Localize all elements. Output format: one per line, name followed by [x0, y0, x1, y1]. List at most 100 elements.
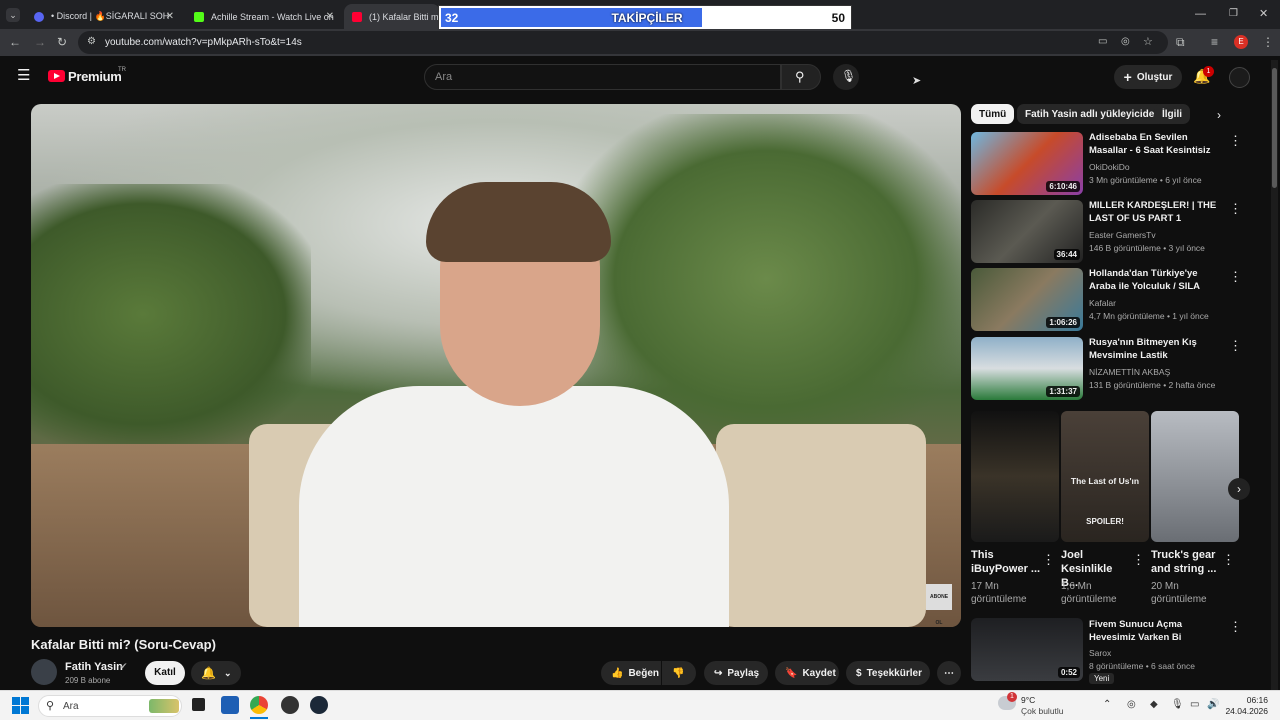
browser-menu-icon[interactable]: ⋮ — [1262, 35, 1274, 49]
tab-discord[interactable]: • Discord | 🔥SİGARALI SOH ✕ — [26, 4, 182, 29]
more-vert-icon[interactable]: ⋮ — [1222, 553, 1235, 566]
forward-icon[interactable]: → — [34, 35, 46, 49]
close-icon[interactable]: ✕ — [326, 11, 334, 22]
clock-date[interactable]: 24.04.2026 — [1218, 706, 1268, 716]
back-icon[interactable]: ← — [9, 35, 21, 49]
join-button[interactable]: Katıl — [145, 661, 185, 685]
chip-all[interactable]: Tümü — [971, 104, 1015, 124]
thumbs-down-icon: 👎 — [672, 667, 685, 679]
minimize-icon[interactable]: — — [1195, 8, 1206, 20]
like-button[interactable]: 👍 Beğen — [601, 661, 661, 685]
chevron-right-icon[interactable]: › — [1217, 108, 1221, 122]
restore-icon[interactable]: ❐ — [1229, 8, 1238, 19]
chevron-up-icon[interactable]: ⌃ — [1103, 699, 1111, 710]
task-view-icon[interactable] — [192, 698, 205, 711]
scrollbar-thumb[interactable] — [1272, 68, 1277, 188]
rec-title-3[interactable]: Hollanda'dan Türkiye'ye Araba ile Yolcul… — [1089, 268, 1224, 293]
rec-channel-1[interactable]: OkiDokiDo — [1089, 162, 1130, 172]
more-vert-icon[interactable]: ⋮ — [1229, 134, 1242, 147]
youtube-premium-logo[interactable]: Premium — [68, 69, 122, 84]
video-player[interactable]: ABONE OL — [31, 104, 961, 627]
youtube-logo-icon[interactable] — [48, 70, 65, 82]
cast-icon[interactable]: ▭ — [1098, 36, 1107, 47]
eye-off-icon[interactable]: ◎ — [1121, 36, 1130, 47]
eye-off-tray-icon[interactable]: ◎ — [1127, 699, 1136, 710]
chrome-icon[interactable] — [250, 696, 268, 714]
obs-icon[interactable] — [281, 696, 299, 714]
taskbar-search-input[interactable]: ⚲ Ara — [38, 695, 182, 717]
tab-label: • Discord | 🔥SİGARALI SOH — [51, 11, 170, 21]
share-button[interactable]: ↪ Paylaş — [704, 661, 768, 685]
rec-thumbnail-1[interactable]: 6:10:46 — [971, 132, 1083, 195]
windows-start-icon[interactable] — [12, 697, 29, 714]
scrollbar-track[interactable] — [1271, 60, 1278, 690]
dislike-button[interactable]: 👎 — [662, 661, 696, 685]
rec-thumbnail-5[interactable]: 0:52 — [971, 618, 1083, 681]
rec-channel-4[interactable]: NİZAMETTİN AKBAŞ — [1089, 367, 1170, 377]
hamburger-menu-icon[interactable]: ☰ — [17, 68, 30, 83]
short-thumbnail-3[interactable] — [1151, 411, 1239, 542]
more-actions-button[interactable]: ⋯ — [937, 661, 961, 685]
rec-thumbnail-2[interactable]: 36:44 — [971, 200, 1083, 263]
subscribe-watermark[interactable]: ABONE OL — [926, 584, 952, 626]
more-vert-icon[interactable]: ⋮ — [1229, 270, 1242, 283]
short-thumbnail-2[interactable]: The Last of Us'ın SPOILER! — [1061, 411, 1149, 542]
tab-kick[interactable]: Achille Stream - Watch Live on ✕ — [186, 4, 342, 29]
shorts-next-button[interactable]: › — [1228, 478, 1250, 500]
more-vert-icon[interactable]: ⋮ — [1132, 553, 1145, 566]
tab-youtube-active[interactable]: (1) Kafalar Bitti mi? (S — [344, 4, 440, 29]
clock-time[interactable]: 06:16 — [1228, 695, 1268, 705]
rec-channel-3[interactable]: Kafalar — [1089, 298, 1116, 308]
short-thumbnail-1[interactable] — [971, 411, 1059, 542]
rec-title-4[interactable]: Rusya'nın Bitmeyen Kış Mevsimine Lastik … — [1089, 337, 1224, 362]
short-views-1: 17 Mn görüntüleme — [971, 581, 1027, 605]
create-button[interactable]: + Oluştur — [1114, 65, 1182, 89]
channel-avatar[interactable] — [31, 659, 57, 685]
more-vert-icon[interactable]: ⋮ — [1229, 339, 1242, 352]
duration-badge: 1:06:26 — [1046, 317, 1080, 328]
more-vert-icon[interactable]: ⋮ — [1229, 202, 1242, 215]
rec-thumbnail-4[interactable]: 1:31:37 — [971, 337, 1083, 400]
close-icon[interactable]: ✕ — [166, 11, 174, 22]
thanks-button[interactable]: $ Teşekkürler — [846, 661, 930, 685]
chip-related[interactable]: İlgili — [1154, 104, 1190, 124]
account-avatar[interactable] — [1229, 67, 1250, 88]
search-input[interactable]: Ara — [424, 64, 781, 90]
steam-icon[interactable] — [310, 696, 328, 714]
bookmark-star-icon[interactable]: ☆ — [1143, 35, 1153, 48]
rec-thumbnail-3[interactable]: 1:06:26 — [971, 268, 1083, 331]
extensions-icon[interactable]: ⧉ — [1176, 35, 1185, 49]
reload-icon[interactable]: ↻ — [57, 35, 67, 49]
profile-avatar[interactable]: E — [1234, 35, 1248, 49]
chevron-down-icon: ⌄ — [223, 667, 232, 678]
tray-app-icon[interactable]: ◆ — [1150, 699, 1158, 710]
search-icon: ⚲ — [46, 700, 55, 712]
network-icon[interactable]: ▭ — [1190, 699, 1199, 710]
short-title-3[interactable]: Truck's gear and string ... — [1151, 548, 1221, 576]
more-vert-icon[interactable]: ⋮ — [1229, 620, 1242, 633]
rec-title-1[interactable]: Adisebaba En Sevilen Masallar - 6 Saat K… — [1089, 132, 1224, 157]
save-button[interactable]: 🔖 Kaydet — [775, 661, 839, 685]
video-title: Kafalar Bitti mi? (Soru-Cevap) — [31, 637, 216, 652]
rec-channel-5[interactable]: Sarox — [1089, 648, 1111, 658]
follower-goal: 50 — [831, 11, 845, 25]
tab-label: (1) Kafalar Bitti mi? (S — [369, 11, 440, 22]
search-button[interactable]: ⚲ — [781, 64, 821, 90]
short-title-1[interactable]: This iBuyPower ... — [971, 548, 1041, 576]
rec-title-5[interactable]: Fivem Sunucu Açma Hevesimiz Varken Bi Gü… — [1089, 619, 1224, 644]
close-window-icon[interactable]: ✕ — [1259, 7, 1268, 20]
mic-icon: 🎙 — [841, 69, 857, 83]
media-icon[interactable]: ≡ — [1211, 35, 1218, 49]
address-bar[interactable]: ⚙ youtube.com/watch?v=pMkpARh-sTo&t=14s … — [78, 31, 1168, 54]
more-vert-icon[interactable]: ⋮ — [1042, 553, 1055, 566]
chip-from-uploader[interactable]: Fatih Yasin adlı yükleyiciden — [1017, 104, 1169, 124]
rec-channel-2[interactable]: Easter GamersTv — [1089, 230, 1156, 240]
tab-search-button[interactable]: ⌄ — [6, 8, 20, 22]
site-info-icon[interactable]: ⚙ — [87, 36, 96, 47]
voice-search-button[interactable]: 🎙 — [833, 64, 859, 90]
app-icon[interactable] — [221, 696, 239, 714]
microphone-tray-icon[interactable]: 🎙 — [1171, 699, 1184, 710]
channel-name[interactable]: Fatih Yasin — [65, 661, 123, 673]
subscribed-bell-button[interactable]: 🔔 ⌄ — [191, 661, 241, 685]
rec-title-2[interactable]: MILLER KARDEŞLER! | THE LAST OF US PART … — [1089, 200, 1224, 225]
